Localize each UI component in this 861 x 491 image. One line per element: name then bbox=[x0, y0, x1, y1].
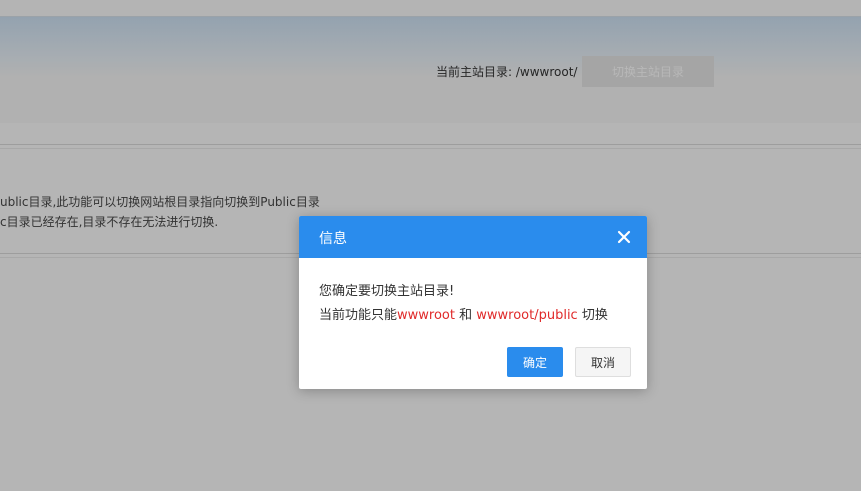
highlight-wwwroot-public: wwwroot/public bbox=[476, 308, 578, 323]
dialog-title: 信息 bbox=[319, 231, 347, 247]
dialog-header: 信息 bbox=[299, 216, 647, 258]
cancel-button[interactable]: 取消 bbox=[575, 347, 631, 377]
confirm-dialog: 信息 您确定要切换主站目录! 当前功能只能wwwroot 和 wwwroot/p… bbox=[299, 216, 647, 389]
message-prefix: 当前功能只能 bbox=[319, 308, 398, 323]
highlight-wwwroot: wwwroot bbox=[397, 308, 455, 323]
message-suffix: 切换 bbox=[577, 308, 608, 323]
message-middle: 和 bbox=[454, 308, 477, 323]
close-icon[interactable] bbox=[615, 228, 633, 246]
dialog-message: 您确定要切换主站目录! 当前功能只能wwwroot 和 wwwroot/publ… bbox=[319, 280, 608, 328]
message-line-1: 您确定要切换主站目录! bbox=[319, 284, 455, 299]
message-line-2: 当前功能只能wwwroot 和 wwwroot/public 切换 bbox=[319, 304, 608, 328]
confirm-button[interactable]: 确定 bbox=[507, 347, 563, 377]
